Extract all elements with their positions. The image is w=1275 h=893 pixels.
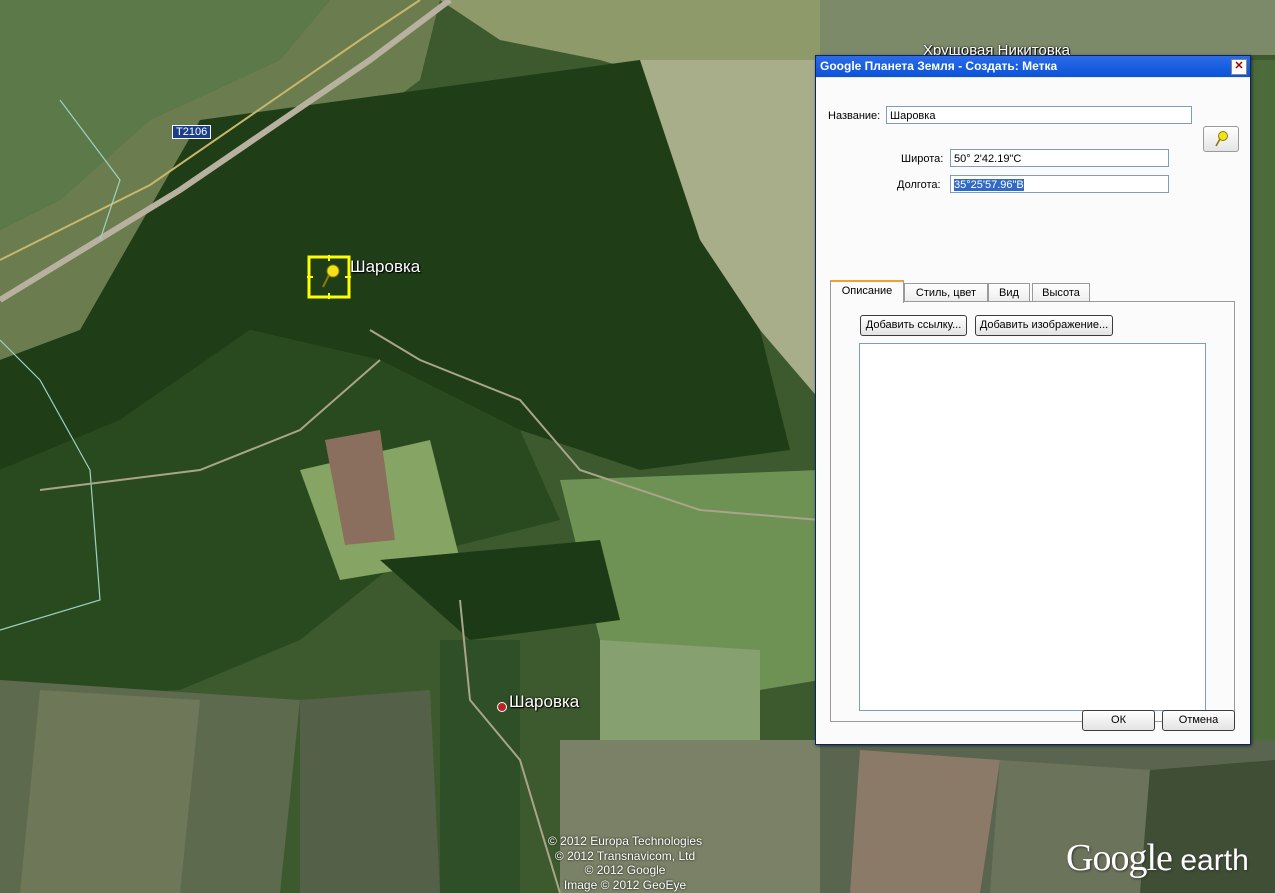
longitude-label: Долгота: [897,179,941,191]
copyright-line: © 2012 Google [584,863,666,877]
ok-button[interactable]: ОК [1082,710,1155,731]
copyright-line: © 2012 Europa Technologies [548,834,703,848]
map-label-sharovka-pin: Шаровка [350,257,421,276]
logo-suffix: earth [1180,844,1249,877]
tab-description[interactable]: Описание [830,280,904,303]
copyright-line: © 2012 Transnavicom, Ltd [554,848,696,863]
dialog-titlebar[interactable]: Google Планета Земля - Создать: Метка ✕ [816,56,1250,77]
longitude-field[interactable]: 35°25'57.96"В [950,175,1169,193]
map-label-sharovka-village: Шаровка [509,692,580,711]
description-textarea[interactable] [859,343,1206,711]
pushpin-icon [1215,131,1228,147]
add-link-button[interactable]: Добавить ссылку... [860,315,967,336]
name-field[interactable]: Шаровка [886,106,1192,124]
placemark-pin-icon[interactable] [307,255,351,299]
tab-view[interactable]: Вид [988,283,1030,302]
latitude-field[interactable]: 50° 2'42.19"С [950,149,1169,167]
close-icon[interactable]: ✕ [1231,59,1247,75]
dialog-body: Название: Шаровка Широта: 50° 2'42.19"С … [816,78,1250,744]
tab-altitude[interactable]: Высота [1032,283,1090,302]
create-placemark-dialog: Google Планета Земля - Создать: Метка ✕ … [815,55,1251,745]
tab-style-color[interactable]: Стиль, цвет [904,283,988,302]
longitude-value-selected: 35°25'57.96"В [954,179,1024,191]
road-shield-t2106: T2106 [172,125,212,139]
map-copyright: © 2012 Europa Technologies © 2012 Transn… [548,834,702,892]
name-label: Название: [828,110,881,122]
google-earth-logo: Google earth [1066,836,1249,880]
cancel-button[interactable]: Отмена [1162,710,1235,731]
latitude-label: Широта: [901,153,944,165]
add-image-button[interactable]: Добавить изображение... [975,315,1113,336]
copyright-line: Image © 2012 GeoEye [563,877,687,892]
dialog-title: Google Планета Земля - Создать: Метка [820,59,1058,73]
village-dot-icon [497,702,507,712]
placemark-icon-button[interactable] [1203,126,1239,152]
description-panel: Добавить ссылку... Добавить изображение.… [830,301,1235,722]
logo-main: Google [1066,837,1173,879]
